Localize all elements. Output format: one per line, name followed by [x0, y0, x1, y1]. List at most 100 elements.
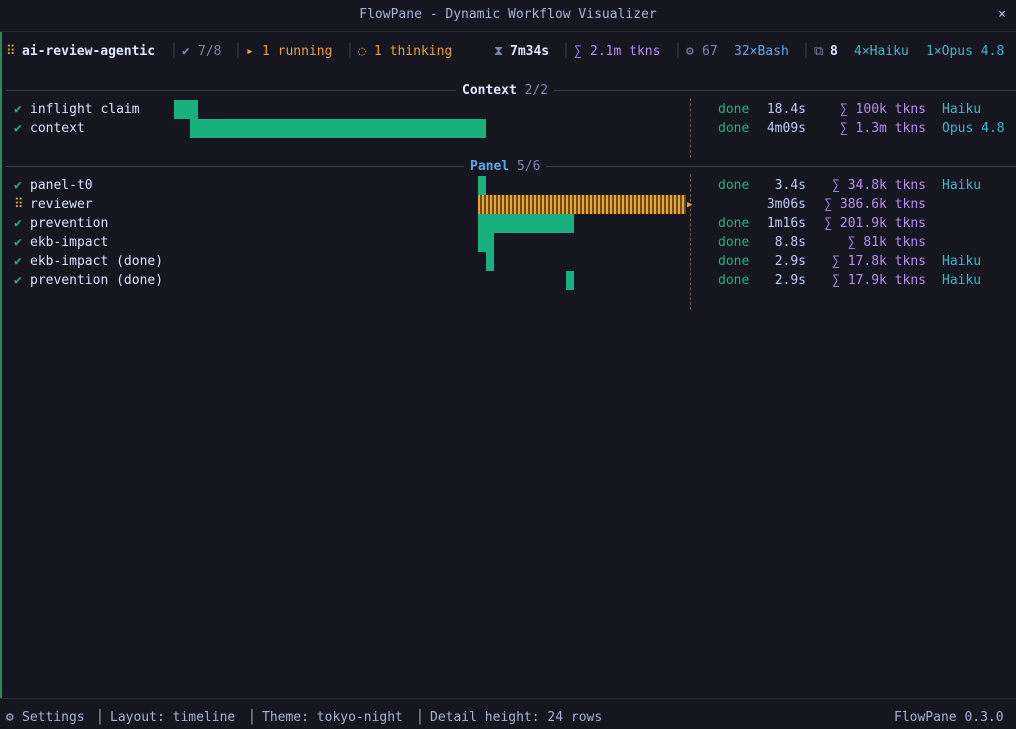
table-row[interactable]: ✔ prevention (done) done 2.9s ∑ 17.9k tk… — [0, 273, 1016, 292]
check-icon: ✔ — [14, 254, 22, 269]
row-duration: 3.4s — [774, 178, 806, 193]
agents-count: 8 — [830, 44, 838, 59]
row-model: Opus 4.8 — [942, 121, 1005, 136]
check-icon: ✔ — [14, 178, 22, 193]
divider: │ — [234, 44, 242, 59]
check-icon: ✔ — [14, 121, 22, 136]
row-tokens: ∑ 100k tkns — [839, 102, 926, 117]
thinking-icon: ◌ — [358, 44, 366, 59]
row-state: done — [718, 121, 750, 136]
check-icon: ✔ — [14, 102, 22, 117]
elapsed-time: 7m34s — [510, 44, 550, 59]
timeline-bar — [478, 233, 494, 252]
row-duration: 18.4s — [766, 102, 806, 117]
row-tokens: ∑ 81k tkns — [847, 235, 926, 250]
row-name: prevention (done) — [30, 273, 164, 288]
row-state: done — [718, 254, 750, 269]
title-bar: FlowPane - Dynamic Workflow Visualizer × — [0, 0, 1016, 32]
row-tokens: ∑ 201.9k tkns — [824, 216, 926, 231]
row-state: done — [718, 216, 750, 231]
theme-selector[interactable]: Theme: tokyo-night — [262, 710, 403, 725]
timeline-bar — [478, 176, 486, 195]
check-icon: ✔ — [182, 44, 190, 59]
divider: │ — [416, 710, 424, 725]
row-duration: 1m16s — [766, 216, 806, 231]
check-icon: ✔ — [14, 216, 22, 231]
project-name: ai-review-agentic — [22, 44, 156, 59]
detail-height-setting[interactable]: Detail height: 24 rows — [430, 710, 602, 725]
divider: │ — [674, 44, 682, 59]
divider: │ — [170, 44, 178, 59]
total-tokens: 2.1m tkns — [590, 44, 661, 59]
divider: │ — [562, 44, 570, 59]
divider: │ — [96, 710, 104, 725]
section-count: 5/6 — [516, 159, 541, 174]
haiku-count: 4×Haiku — [854, 44, 909, 59]
timeline-bar — [174, 100, 198, 119]
row-duration: 3m06s — [766, 197, 806, 212]
running-icon: ⠿ — [14, 197, 24, 212]
table-row[interactable]: ✔ ekb-impact (done) done 2.9s ∑ 17.8k tk… — [0, 254, 1016, 273]
footer-bar: ⚙ Settings │ Layout: timeline │ Theme: t… — [0, 698, 1016, 729]
section-header-context: Context 2/2 — [456, 83, 555, 98]
table-row[interactable]: ✔ inflight claim done 18.4s ∑ 100k tkns … — [0, 102, 1016, 121]
row-state: done — [718, 273, 750, 288]
settings-button[interactable]: Settings — [22, 710, 85, 725]
gear-icon[interactable]: ⚙ — [6, 710, 14, 725]
row-duration: 4m09s — [766, 121, 806, 136]
row-tokens: ∑ 34.8k tkns — [832, 178, 926, 193]
check-icon: ✔ — [14, 235, 22, 250]
gear-icon: ⚙ — [686, 44, 694, 59]
running-count: 1 running — [262, 44, 333, 59]
close-icon[interactable]: × — [998, 7, 1006, 22]
section-count: 2/2 — [524, 83, 549, 98]
section-title: Panel — [470, 159, 510, 174]
window-title: FlowPane - Dynamic Workflow Visualizer — [359, 7, 657, 22]
thinking-count: 1 thinking — [374, 44, 453, 59]
status-bar: ⠿ ai-review-agentic │ ✔ 7/8 │ ▸ 1 runnin… — [0, 44, 1016, 62]
row-duration: 8.8s — [774, 235, 806, 250]
check-icon: ✔ — [14, 273, 22, 288]
row-model: Haiku — [942, 178, 982, 193]
arrow-right-icon: ▶ — [687, 200, 693, 210]
timeline-bar — [566, 271, 574, 290]
bash-count: 32×Bash — [734, 44, 789, 59]
tools-count: 67 — [702, 44, 718, 59]
row-duration: 2.9s — [774, 254, 806, 269]
grip-icon: ⠿ — [6, 44, 16, 59]
row-state: done — [718, 235, 750, 250]
sum-icon: ∑ — [574, 44, 582, 59]
section-header-panel: Panel 5/6 — [464, 159, 547, 174]
divider: │ — [248, 710, 256, 725]
timeline-bar-running — [478, 195, 686, 214]
progress-count: 7/8 — [198, 44, 222, 59]
row-name: panel-t0 — [30, 178, 93, 193]
hourglass-icon: ⧗ — [494, 44, 504, 59]
row-tokens: ∑ 1.3m tkns — [839, 121, 926, 136]
row-name: inflight claim — [30, 102, 140, 117]
row-model: Haiku — [942, 254, 982, 269]
row-name: ekb-impact (done) — [30, 254, 164, 269]
row-tokens: ∑ 17.9k tkns — [832, 273, 926, 288]
copy-icon: ⧉ — [814, 44, 824, 59]
divider: │ — [802, 44, 810, 59]
row-model: Haiku — [942, 273, 982, 288]
table-row[interactable]: ✔ ekb-impact done 8.8s ∑ 81k tkns — [0, 235, 1016, 254]
timeline-bar — [486, 252, 494, 271]
row-state: done — [718, 102, 750, 117]
row-name: prevention — [30, 216, 109, 231]
row-model: Haiku — [942, 102, 982, 117]
section-title: Context — [462, 83, 517, 98]
row-name: context — [30, 121, 85, 136]
row-state: done — [718, 178, 750, 193]
row-name: reviewer — [30, 197, 93, 212]
running-icon: ▸ — [246, 44, 254, 59]
layout-selector[interactable]: Layout: timeline — [110, 710, 235, 725]
opus-count: 1×Opus 4.8 — [926, 44, 1005, 59]
divider: │ — [346, 44, 354, 59]
app-version: FlowPane 0.3.0 — [894, 710, 1004, 725]
row-name: ekb-impact — [30, 235, 109, 250]
row-tokens: ∑ 386.6k tkns — [824, 197, 926, 212]
table-row[interactable]: ✔ context done 4m09s ∑ 1.3m tkns Opus 4.… — [0, 121, 1016, 140]
row-duration: 2.9s — [774, 273, 806, 288]
